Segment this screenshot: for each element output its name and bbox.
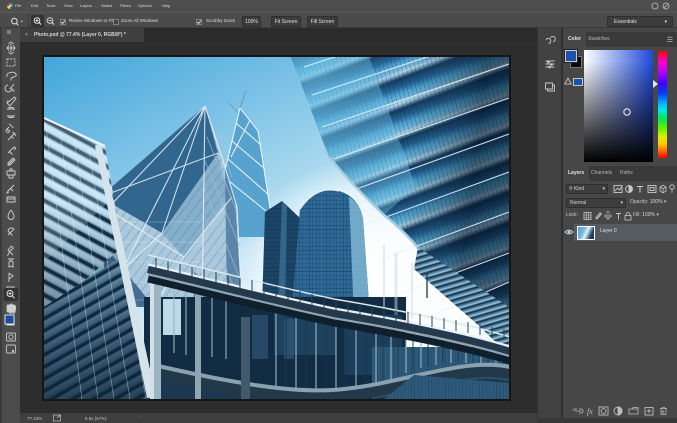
svg-text:fx: fx: [587, 407, 593, 416]
